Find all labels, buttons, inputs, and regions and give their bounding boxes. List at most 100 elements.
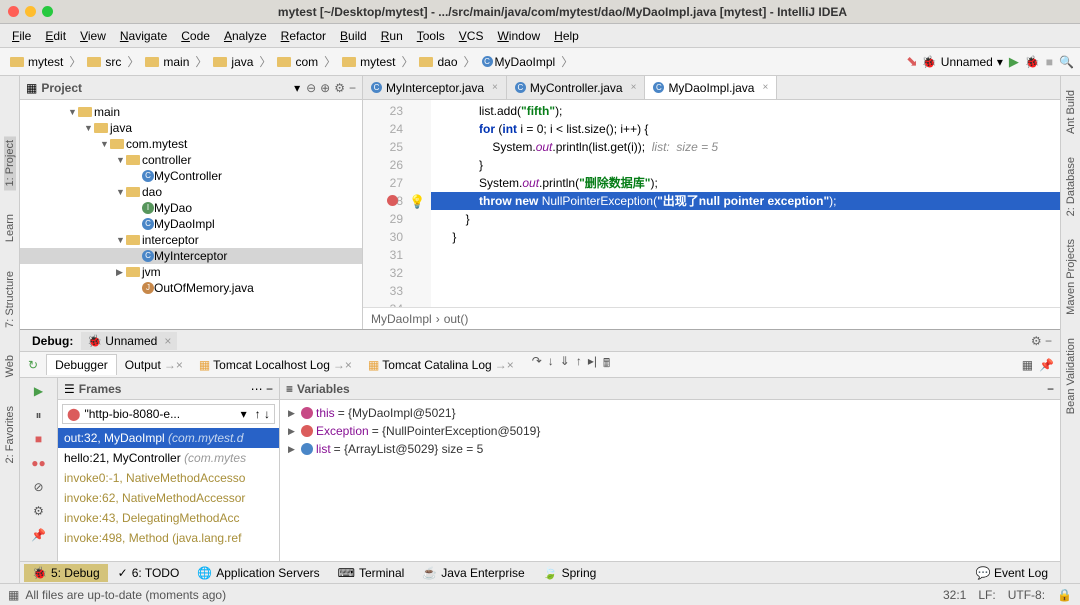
force-step-icon[interactable]: ⇓: [560, 354, 570, 375]
hide-icon[interactable]: −: [349, 81, 356, 95]
mute-icon[interactable]: ⊘: [30, 478, 48, 496]
breadcrumb-item[interactable]: java: [209, 53, 257, 71]
settings-icon[interactable]: ⚙: [30, 502, 48, 520]
pin-icon[interactable]: 📌: [30, 526, 48, 544]
tree-item[interactable]: CMyInterceptor: [20, 248, 362, 264]
run-to-cursor-icon[interactable]: ▸|: [588, 354, 597, 375]
layout-icon[interactable]: ▦: [1022, 358, 1033, 372]
breadcrumb-item[interactable]: CMyDaoImpl: [478, 53, 560, 71]
run-config-selector[interactable]: ⬊ 🐞 Unnamed ▾: [906, 53, 1003, 70]
hide-icon[interactable]: −: [1047, 382, 1054, 396]
debug-tab-debugger[interactable]: Debugger: [46, 354, 117, 375]
bottom-tab-javaenterprise[interactable]: ☕ Java Enterprise: [414, 564, 532, 582]
debug-button[interactable]: 🐞: [1025, 55, 1040, 69]
tree-item[interactable]: ▼java: [20, 120, 362, 136]
bottom-tab-applicationservers[interactable]: 🌐 Application Servers: [189, 564, 327, 582]
target-icon[interactable]: ⊕: [320, 81, 330, 95]
variable-item[interactable]: ▶ this = {MyDaoImpl@5021}: [284, 404, 1056, 422]
stop-icon[interactable]: ■: [30, 430, 48, 448]
maximize-icon[interactable]: [42, 6, 53, 17]
menu-refactor[interactable]: Refactor: [275, 27, 332, 45]
right-tool-antbuild[interactable]: Ant Build: [1065, 86, 1077, 138]
menu-navigate[interactable]: Navigate: [114, 27, 173, 45]
menu-analyze[interactable]: Analyze: [218, 27, 273, 45]
tree-item[interactable]: ▶jvm: [20, 264, 362, 280]
resume-icon[interactable]: ▶: [30, 382, 48, 400]
stack-frame[interactable]: invoke:43, DelegatingMethodAcc: [58, 508, 279, 528]
code-area[interactable]: list.add("fifth"); for (int i = 0; i < l…: [431, 100, 1060, 307]
menu-window[interactable]: Window: [491, 27, 546, 45]
search-icon[interactable]: 🔍: [1059, 55, 1074, 69]
tree-item[interactable]: ▼interceptor: [20, 232, 362, 248]
collapse-icon[interactable]: ⊖: [306, 81, 316, 95]
editor-tab[interactable]: CMyInterceptor.java×: [363, 76, 507, 99]
tree-item[interactable]: ▼dao: [20, 184, 362, 200]
bottom-tab-debug[interactable]: 🐞 5: Debug: [24, 564, 108, 582]
breadcrumb-item[interactable]: main: [141, 53, 193, 71]
breakpoints-icon[interactable]: ●●: [30, 454, 48, 472]
bottom-tab-terminal[interactable]: ⌨ Terminal: [330, 564, 413, 582]
right-tool-mavenprojects[interactable]: Maven Projects: [1065, 235, 1077, 319]
stack-frames[interactable]: out:32, MyDaoImpl (com.mytest.dhello:21,…: [58, 428, 279, 548]
hide-icon[interactable]: ⋯ −: [251, 382, 273, 396]
menu-vcs[interactable]: VCS: [453, 27, 490, 45]
pause-icon[interactable]: ⏸: [30, 406, 48, 424]
variable-tree[interactable]: ▶ this = {MyDaoImpl@5021}▶ Exception = {…: [280, 400, 1060, 462]
evaluate-icon[interactable]: 🖩: [603, 354, 610, 375]
pin-icon[interactable]: 📌: [1039, 358, 1054, 372]
breadcrumb-item[interactable]: mytest: [338, 53, 399, 71]
rerun-icon[interactable]: ↻: [28, 358, 38, 372]
debug-tab-output[interactable]: Output →×: [117, 354, 191, 375]
editor-breadcrumb[interactable]: MyDaoImpl › out(): [363, 307, 1060, 329]
breadcrumb-item[interactable]: com: [273, 53, 322, 71]
debug-tab-tomcat-localhost-log[interactable]: ▦ Tomcat Localhost Log →×: [191, 354, 360, 375]
stop-button[interactable]: ■: [1046, 55, 1053, 69]
left-tool-learn[interactable]: Learn: [4, 210, 16, 246]
bottom-tab-spring[interactable]: 🍃 Spring: [535, 564, 605, 582]
left-tool-project[interactable]: 1: Project: [4, 136, 16, 190]
left-tool-favorites[interactable]: 2: Favorites: [4, 402, 16, 467]
stack-frame[interactable]: invoke:62, NativeMethodAccessor: [58, 488, 279, 508]
right-tool-database[interactable]: 2: Database: [1065, 153, 1077, 220]
tree-item[interactable]: ▼com.mytest: [20, 136, 362, 152]
tree-item[interactable]: CMyDaoImpl: [20, 216, 362, 232]
variable-item[interactable]: ▶ list = {ArrayList@5029} size = 5: [284, 440, 1056, 458]
thread-selector[interactable]: ⬤ "http-bio-8080-e... ▾ ↑ ↓: [62, 404, 275, 424]
tree-item[interactable]: CMyController: [20, 168, 362, 184]
debug-tab-tomcat-catalina-log[interactable]: ▦ Tomcat Catalina Log →×: [360, 354, 522, 375]
editor-tab[interactable]: CMyController.java×: [507, 76, 646, 99]
left-tool-structure[interactable]: 7: Structure: [4, 267, 16, 332]
tree-item[interactable]: JOutOfMemory.java: [20, 280, 362, 296]
menu-tools[interactable]: Tools: [411, 27, 451, 45]
variable-item[interactable]: ▶ Exception = {NullPointerException@5019…: [284, 422, 1056, 440]
step-out-icon[interactable]: ↑: [576, 354, 582, 375]
encoding[interactable]: UTF-8:: [1008, 588, 1045, 602]
gear-icon[interactable]: ⚙ −: [1031, 334, 1052, 348]
event-log-tab[interactable]: 💬 Event Log: [968, 564, 1056, 582]
menu-edit[interactable]: Edit: [39, 27, 72, 45]
line-separator[interactable]: LF:: [978, 588, 995, 602]
stack-frame[interactable]: invoke:498, Method (java.lang.ref: [58, 528, 279, 548]
stack-frame[interactable]: invoke0:-1, NativeMethodAccesso: [58, 468, 279, 488]
run-button[interactable]: ▶: [1009, 54, 1019, 70]
breadcrumb-item[interactable]: dao: [415, 53, 461, 71]
bottom-tab-todo[interactable]: ✓ 6: TODO: [110, 564, 188, 582]
editor-tab[interactable]: CMyDaoImpl.java×: [645, 76, 777, 99]
breadcrumb-class[interactable]: MyDaoImpl: [371, 312, 432, 326]
stack-frame[interactable]: out:32, MyDaoImpl (com.mytest.d: [58, 428, 279, 448]
step-over-icon[interactable]: ↷: [532, 354, 542, 375]
tree-item[interactable]: ▼main: [20, 104, 362, 120]
breadcrumb-item[interactable]: mytest: [6, 53, 67, 71]
menu-help[interactable]: Help: [548, 27, 585, 45]
menu-run[interactable]: Run: [375, 27, 409, 45]
menu-view[interactable]: View: [74, 27, 112, 45]
right-tool-beanvalidation[interactable]: Bean Validation: [1065, 334, 1077, 418]
step-into-icon[interactable]: ↓: [548, 354, 554, 375]
left-tool-web[interactable]: Web: [4, 351, 16, 381]
close-icon[interactable]: [8, 6, 19, 17]
tree-item[interactable]: IMyDao: [20, 200, 362, 216]
project-tree[interactable]: ▼main▼java▼com.mytest▼controllerCMyContr…: [20, 100, 362, 300]
debug-config-tab[interactable]: 🐞 Unnamed ×: [81, 332, 177, 350]
tree-item[interactable]: ▼controller: [20, 152, 362, 168]
menu-code[interactable]: Code: [175, 27, 216, 45]
